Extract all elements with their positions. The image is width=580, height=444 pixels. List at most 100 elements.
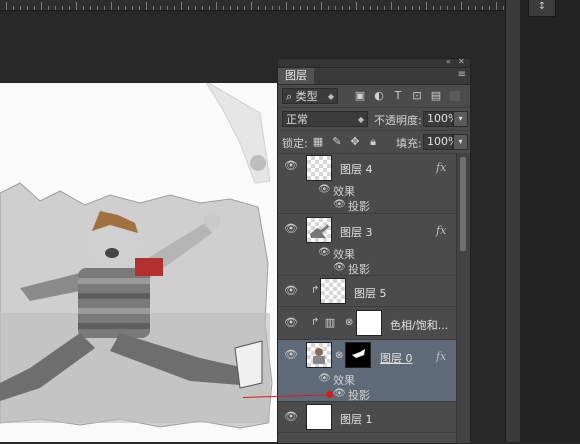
eye-icon[interactable]: 👁︎ [318,247,331,258]
ruler-tick [181,2,182,10]
layer-row[interactable]: 👁︎ 图层 3 fx 👁︎ 效果 👁︎ 投影 [278,214,456,276]
layer-name[interactable]: 图层 1 [340,411,373,427]
ruler-tick [440,6,441,10]
ruler-tick [34,6,35,10]
dock-scrollbar[interactable] [505,0,521,442]
filter-row: ⌕ 类型 ◆ ▣ ◐ T ⊡ ▤ [278,85,470,108]
close-icon[interactable]: ✕ [458,57,465,66]
layer-row[interactable]: 👁︎ 图层 1 [278,402,456,433]
effect-name[interactable]: 投影 [348,387,370,403]
effect-name[interactable]: 投影 [348,261,370,277]
eye-icon[interactable]: 👁︎ [284,160,298,171]
panel-titlebar[interactable]: « ✕ [278,57,470,68]
ruler-tick [188,6,189,10]
chain-icon[interactable]: ⊗ [335,350,343,361]
ruler-tick [104,6,105,10]
ruler-tick [146,2,147,10]
ruler-tick [279,6,280,10]
ruler-tick [349,6,350,10]
panel-tabbar: 图层 ≡ [278,68,470,85]
ruler-tick [139,6,140,10]
eye-icon[interactable]: 👁︎ [284,317,298,328]
lock-label: 锁定: [282,137,308,150]
layer-row[interactable]: 👁︎ ↱ ▥ ⊗ 色相/饱和... [278,307,456,340]
ruler-tick [405,6,406,10]
lock-transparency-icon[interactable]: ▦ [312,136,324,148]
opacity-dropdown-button[interactable]: ▾ [453,111,468,127]
blend-mode-dropdown[interactable]: 正常 ◆ [282,111,368,127]
filter-kind-dropdown[interactable]: ⌕ 类型 ◆ [282,88,338,104]
fill-dropdown-button[interactable]: ▾ [453,134,468,150]
fx-icon[interactable]: fx [436,350,446,363]
eye-icon[interactable]: 👁︎ [318,184,331,195]
eye-icon[interactable]: 👁︎ [333,388,346,399]
smart-object-filter-icon[interactable]: ▤ [430,90,442,102]
ruler-tick [6,2,7,10]
adjustment-filter-icon[interactable]: ◐ [373,90,385,102]
ruler-tick [132,6,133,10]
brush-icon[interactable]: ✎ [331,136,343,148]
tab-layers[interactable]: 图层 [278,68,314,84]
layer-thumbnail [320,278,346,304]
move-icon[interactable]: ✥ [349,136,361,148]
ruler-tick [244,6,245,10]
ruler-tick [48,6,49,10]
layers-list: 👁︎ 图层 4 fx 👁︎ 效果 👁︎ 投影 👁︎ 图层 3 fx 👁︎ 效果 … [278,153,456,443]
layer-name[interactable]: 色相/饱和... [390,317,448,333]
menu-icon[interactable]: ≡ [458,69,466,80]
eye-icon[interactable]: 👁︎ [284,349,298,360]
layer-thumbnail [306,404,332,430]
ruler-tick [482,6,483,10]
fill-field[interactable]: 100% [423,134,458,150]
ruler-tick [62,6,63,10]
eye-icon[interactable]: 👁︎ [284,285,298,296]
layer-name[interactable]: 图层 3 [340,224,373,240]
collapsed-panel-icon[interactable]: ↕ [528,0,556,17]
lock-icon[interactable]: 🔒︎ [367,136,379,148]
ruler-tick [195,6,196,10]
fx-icon[interactable]: fx [436,224,446,237]
chain-icon[interactable]: ⊗ [345,317,353,328]
ruler-tick [384,6,385,10]
effect-name[interactable]: 投影 [348,198,370,214]
eye-icon[interactable]: 👁︎ [284,411,298,422]
layer-row[interactable]: 👁︎ ↱ 图层 5 [278,276,456,307]
layer-name[interactable]: 图层 4 [340,161,373,177]
layer-name[interactable]: 图层 0 [380,350,413,366]
shape-filter-icon[interactable]: ⊡ [411,90,423,102]
layer-row[interactable]: 👁︎ 图层 4 fx 👁︎ 效果 👁︎ 投影 [278,153,456,214]
filter-toggle[interactable] [450,91,460,101]
fx-icon[interactable]: fx [436,161,446,174]
ruler-tick [90,6,91,10]
eye-icon[interactable]: 👁︎ [284,223,298,234]
eye-icon[interactable]: 👁︎ [318,373,331,384]
right-dock-area: ↕ [520,0,580,442]
ruler-tick [237,6,238,10]
layer-name[interactable]: 图层 5 [354,285,387,301]
collapse-icon[interactable]: « [446,57,451,66]
figure-thumbnail [310,224,329,238]
filter-kind-label: 类型 [295,90,318,103]
layers-scrollbar[interactable] [456,153,470,443]
ruler-tick [454,6,455,10]
chevron-down-icon: ◆ [327,92,334,101]
pixel-filter-icon[interactable]: ▣ [354,90,366,102]
layer-row-selected[interactable]: 👁︎ ⊗ 图层 0 fx 👁︎ 效果 👁︎ 投影 [278,340,456,402]
ruler-tick [286,2,287,10]
ruler-tick [370,6,371,10]
ruler-tick [216,2,217,10]
ruler-tick [475,6,476,10]
mask-thumbnail [345,342,371,368]
ruler-tick [321,2,322,10]
eye-icon[interactable]: 👁︎ [333,262,346,273]
eye-icon[interactable]: 👁︎ [333,199,346,210]
ruler-tick [41,2,42,10]
opacity-label: 不透明度: [374,114,422,127]
scrollbar-thumb[interactable] [460,157,466,251]
type-filter-icon[interactable]: T [392,90,404,102]
ruler-tick [258,6,259,10]
ruler-tick [272,6,273,10]
opacity-field[interactable]: 100% [423,111,458,127]
blend-mode-value: 正常 [286,113,308,126]
ruler-tick [412,6,413,10]
